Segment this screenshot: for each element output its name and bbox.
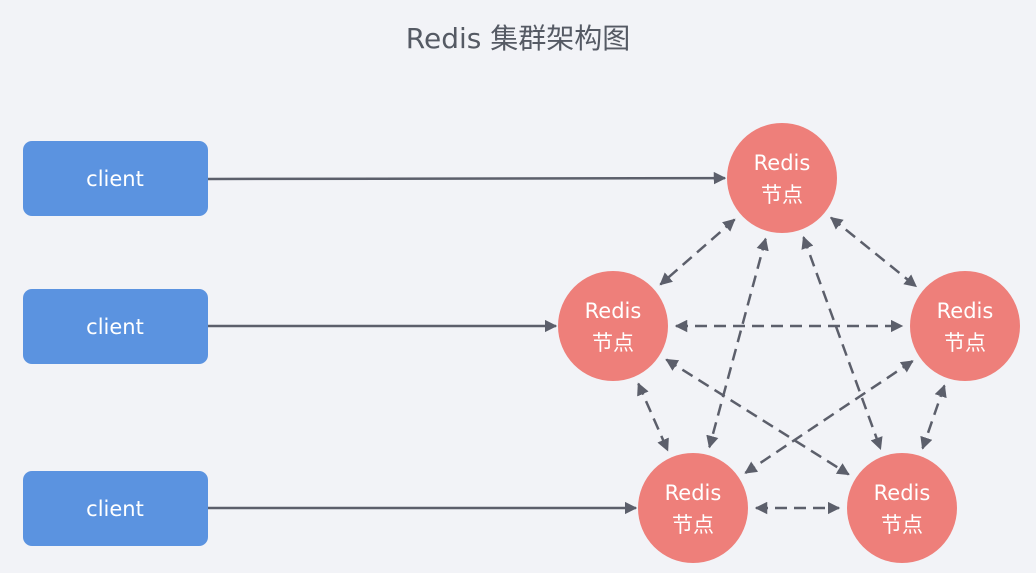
redis-node: Redis 节点 — [910, 271, 1020, 381]
redis-node: Redis 节点 — [727, 123, 837, 233]
redis-node: Redis 节点 — [847, 453, 957, 563]
client-node-arrow — [207, 171, 727, 185]
node-label: Redis — [874, 481, 931, 505]
client-box: client — [23, 289, 208, 364]
client-box: client — [23, 471, 208, 546]
node-node-arrow — [637, 382, 669, 452]
client-label: client — [86, 315, 144, 339]
node-label: Redis — [754, 151, 811, 175]
diagram-title: Redis 集群架构图 — [406, 22, 630, 55]
client-label: client — [86, 167, 144, 191]
node-node-arrow — [920, 384, 947, 450]
node-label: Redis — [585, 299, 642, 323]
node-node-arrow — [830, 216, 917, 288]
client-box: client — [23, 141, 208, 216]
client-label: client — [86, 497, 144, 521]
node-sublabel: 节点 — [881, 513, 923, 537]
node-sublabel: 节点 — [672, 513, 714, 537]
node-sublabel: 节点 — [761, 183, 803, 207]
node-sublabel: 节点 — [592, 331, 634, 355]
redis-cluster-diagram: Redis 集群架构图 client client client Redis 节… — [23, 22, 1020, 563]
node-sublabel: 节点 — [944, 331, 986, 355]
redis-node: Redis 节点 — [638, 453, 748, 563]
node-node-arrow — [801, 236, 883, 450]
node-label: Redis — [665, 481, 722, 505]
redis-node: Redis 节点 — [558, 271, 668, 381]
node-label: Redis — [937, 299, 994, 323]
node-node-arrow — [659, 218, 736, 286]
